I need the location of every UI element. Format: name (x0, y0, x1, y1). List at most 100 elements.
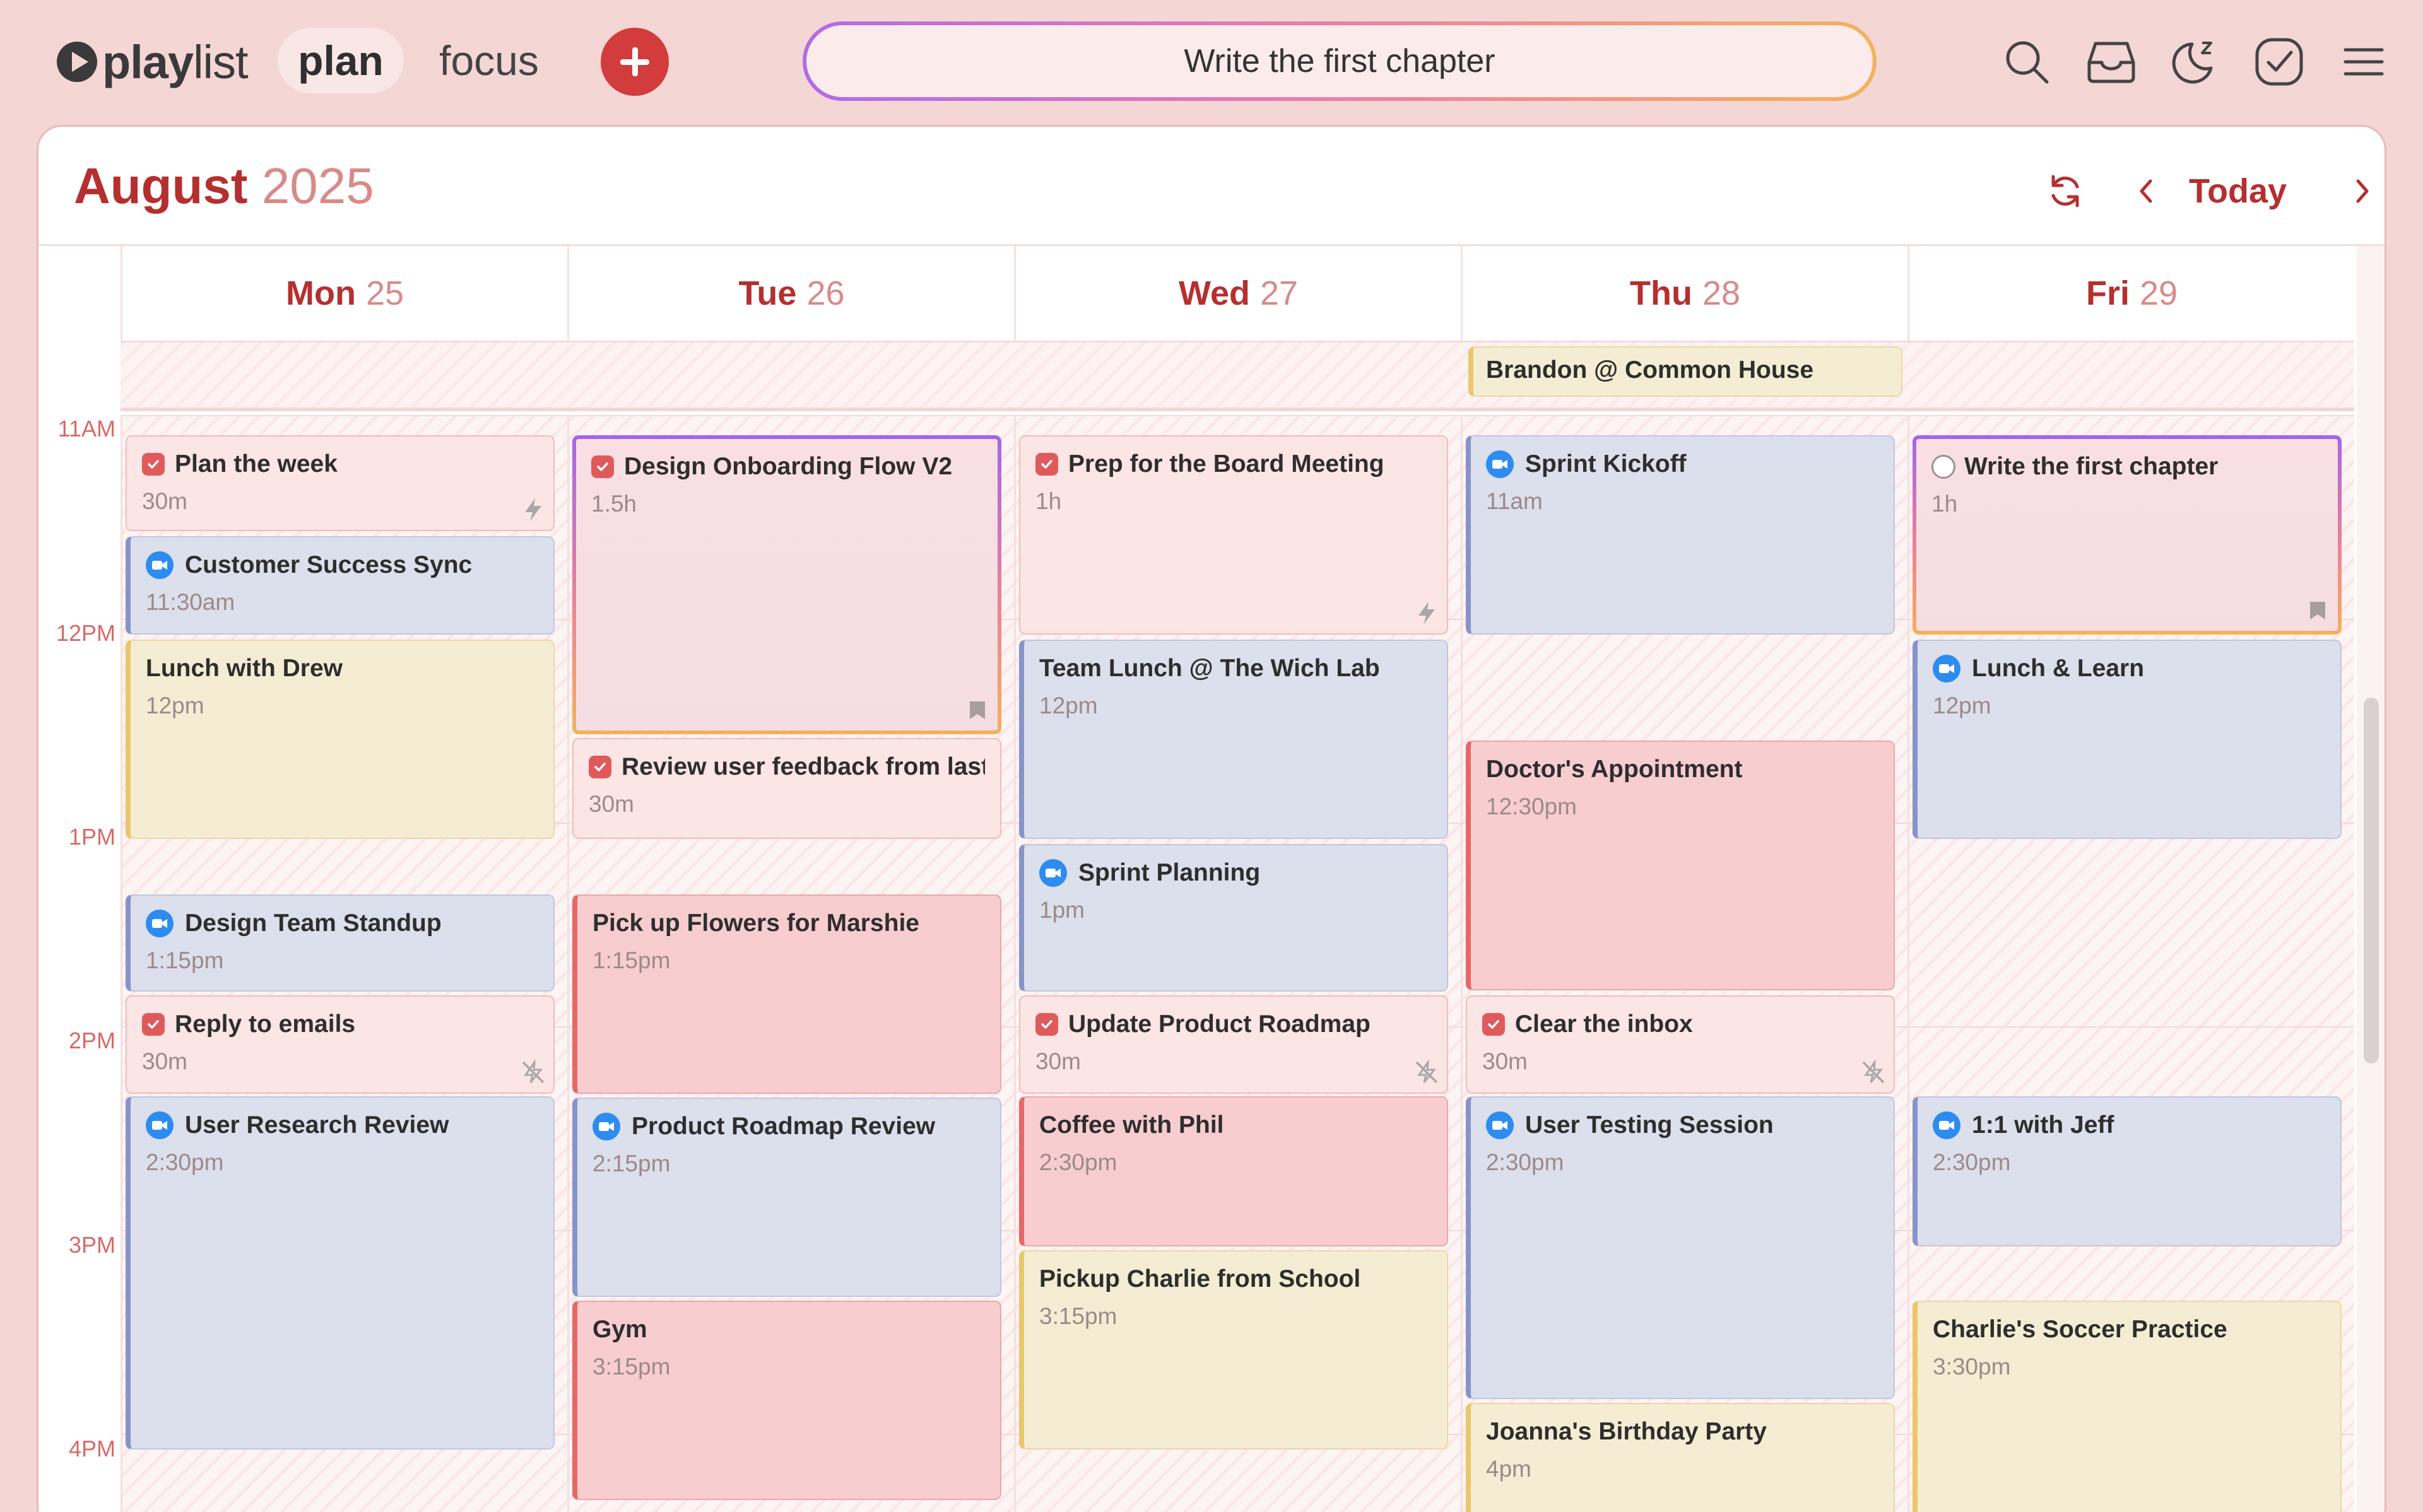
chevron-left-icon[interactable] (2127, 166, 2165, 216)
menu-icon[interactable] (2337, 35, 2390, 88)
current-focus-text: Write the first chapter (806, 25, 1873, 97)
event-title: Product Roadmap Review (632, 1113, 936, 1140)
event-product-roadmap-review[interactable]: Product Roadmap Review 2:15pm (572, 1098, 1001, 1297)
task-checkbox-icon[interactable] (142, 453, 165, 476)
lightning-icon[interactable] (519, 496, 547, 524)
event-update-product-roadmap[interactable]: Update Product Roadmap 30m (1019, 995, 1448, 1094)
event-clear-the-inbox[interactable]: Clear the inbox 30m (1466, 995, 1895, 1094)
inbox-icon[interactable] (2085, 35, 2138, 88)
task-checkbox-icon[interactable] (589, 756, 611, 778)
event-subtitle: 3:15pm (592, 1354, 671, 1380)
current-focus-pill[interactable]: Write the first chapter (803, 21, 1877, 101)
event-title: Gym (592, 1316, 647, 1343)
day-header-wed[interactable]: Wed 27 (1014, 246, 1461, 341)
event-title: Plan the week (175, 450, 338, 478)
nav-focus-tab[interactable]: focus (429, 28, 549, 93)
event-title: Joanna's Birthday Party (1486, 1418, 1767, 1445)
event-lunch-and-learn[interactable]: Lunch & Learn 12pm (1913, 640, 2342, 839)
event-subtitle: 30m (589, 791, 634, 817)
event-title: Prep for the Board Meeting (1068, 450, 1384, 478)
day-header-tue[interactable]: Tue 26 (567, 246, 1014, 341)
event-subtitle: 11am (1486, 488, 1543, 514)
app-logo[interactable]: playlist (57, 33, 249, 91)
task-checkbox-icon[interactable] (1035, 453, 1058, 476)
play-logo-icon (57, 42, 97, 82)
event-title: Sprint Kickoff (1525, 450, 1687, 478)
task-checkbox-icon[interactable] (142, 1013, 165, 1036)
event-joannas-birthday-party[interactable]: Joanna's Birthday Party 4pm (1466, 1403, 1895, 1512)
event-write-the-first-chapter[interactable]: Write the first chapter 1h (1913, 435, 2342, 635)
event-team-lunch[interactable]: Team Lunch @ The Wich Lab 12pm (1019, 640, 1448, 839)
event-prep-board-meeting[interactable]: Prep for the Board Meeting 1h (1019, 435, 1448, 635)
top-bar: playlist plan focus Write the first chap… (0, 0, 2423, 124)
video-icon (592, 1113, 620, 1140)
bookmark-icon[interactable] (2304, 597, 2332, 624)
task-checkbox-icon[interactable] (1482, 1013, 1505, 1036)
event-review-user-feedback[interactable]: Review user feedback from last r 30m (572, 738, 1001, 839)
time-label-12pm: 12PM (56, 620, 115, 646)
event-gym[interactable]: Gym 3:15pm (572, 1301, 1001, 1500)
event-user-testing-session[interactable]: User Testing Session 2:30pm (1466, 1096, 1895, 1399)
allday-event[interactable]: Brandon @ Common House (1468, 346, 1902, 397)
event-title: Lunch & Learn (1972, 655, 2145, 682)
event-sprint-kickoff[interactable]: Sprint Kickoff 11am (1466, 435, 1895, 635)
time-label-1pm: 1PM (68, 824, 115, 850)
event-title: Charlie's Soccer Practice (1933, 1316, 2227, 1343)
task-checkbox-icon[interactable] (591, 455, 614, 478)
event-1-1-with-jeff[interactable]: 1:1 with Jeff 2:30pm (1913, 1096, 2342, 1246)
event-charlies-soccer-practice[interactable]: Charlie's Soccer Practice 3:30pm (1913, 1301, 2342, 1512)
moon-sleep-icon[interactable] (2168, 35, 2221, 88)
day-header-mon[interactable]: Mon 25 (121, 246, 567, 341)
event-subtitle: 30m (142, 488, 187, 514)
event-subtitle: 12:30pm (1486, 794, 1577, 819)
event-doctors-appointment[interactable]: Doctor's Appointment 12:30pm (1466, 741, 1895, 990)
event-title: Pick up Flowers for Marshie (592, 910, 919, 937)
no-lightning-icon[interactable] (1413, 1058, 1441, 1086)
event-subtitle: 12pm (1933, 693, 1991, 718)
no-lightning-icon[interactable] (519, 1058, 547, 1086)
check-circle-icon[interactable] (2253, 35, 2306, 88)
event-pick-up-flowers[interactable]: Pick up Flowers for Marshie 1:15pm (572, 894, 1001, 1094)
event-subtitle: 1h (1035, 488, 1062, 514)
event-sprint-planning[interactable]: Sprint Planning 1pm (1019, 844, 1448, 992)
lightning-icon[interactable] (1413, 599, 1441, 627)
col-line (121, 415, 122, 1512)
time-grid[interactable]: Plan the week 30m Customer Success Sync … (121, 415, 2354, 1512)
scrollbar-thumb[interactable] (2364, 698, 2379, 1064)
event-coffee-with-phil[interactable]: Coffee with Phil 2:30pm (1019, 1096, 1448, 1246)
search-icon[interactable] (2000, 35, 2053, 88)
event-subtitle: 1:15pm (592, 947, 671, 973)
refresh-icon[interactable] (2040, 166, 2090, 216)
time-label-11am: 11AM (57, 416, 115, 442)
event-title: Sprint Planning (1078, 859, 1261, 886)
event-customer-success-sync[interactable]: Customer Success Sync 11:30am (126, 536, 555, 635)
col-line (567, 415, 569, 1512)
task-checkbox-icon[interactable] (1931, 455, 1955, 479)
event-design-onboarding-flow[interactable]: Design Onboarding Flow V2 1.5h (572, 435, 1001, 734)
bookmark-icon[interactable] (964, 696, 991, 724)
event-subtitle: 2:30pm (1486, 1149, 1564, 1175)
event-title: Team Lunch @ The Wich Lab (1039, 655, 1380, 682)
event-plan-the-week[interactable]: Plan the week 30m (126, 435, 555, 531)
event-user-research-review[interactable]: User Research Review 2:30pm (126, 1096, 555, 1450)
event-reply-to-emails[interactable]: Reply to emails 30m (126, 995, 555, 1094)
event-title: Clear the inbox (1515, 1011, 1693, 1038)
event-pickup-charlie[interactable]: Pickup Charlie from School 3:15pm (1019, 1250, 1448, 1450)
event-lunch-with-drew[interactable]: Lunch with Drew 12pm (126, 640, 555, 839)
video-icon (146, 1111, 174, 1139)
day-header-thu[interactable]: Thu 28 (1461, 246, 1907, 341)
event-title: Update Product Roadmap (1068, 1011, 1371, 1038)
event-design-team-standup[interactable]: Design Team Standup 1:15pm (126, 894, 555, 992)
day-header-fri[interactable]: Fri 29 (1907, 246, 2354, 341)
video-icon (1933, 655, 1960, 683)
event-subtitle: 30m (1035, 1048, 1081, 1074)
no-lightning-icon[interactable] (1860, 1058, 1887, 1086)
event-subtitle: 1.5h (591, 491, 637, 517)
today-button[interactable]: Today (2189, 165, 2287, 218)
nav-plan-tab[interactable]: plan (278, 28, 404, 93)
logo-text: playlist (102, 35, 249, 88)
task-checkbox-icon[interactable] (1035, 1013, 1058, 1036)
event-subtitle: 1:15pm (146, 947, 224, 973)
add-button[interactable] (601, 28, 669, 96)
chevron-right-icon[interactable] (2347, 166, 2378, 216)
